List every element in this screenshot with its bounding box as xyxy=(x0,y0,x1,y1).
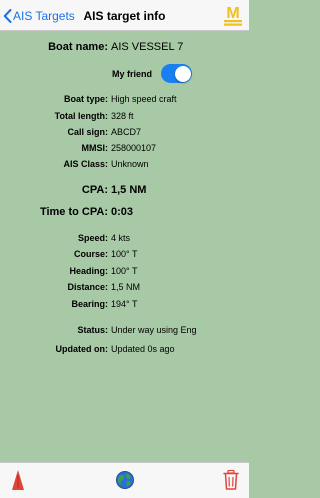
detail-row: AIS Class: Unknown xyxy=(0,159,249,173)
motion-row: Distance: 1,5 NM xyxy=(0,282,249,296)
trash-icon[interactable] xyxy=(222,469,240,491)
updated-value: Updated 0s ago xyxy=(111,344,175,354)
detail-row: Boat type: High speed craft xyxy=(0,94,249,108)
boat-name-row: Boat name: AIS VESSEL 7 xyxy=(0,41,249,57)
page-title: AIS target info xyxy=(83,9,166,23)
motion-row: Bearing: 194° T xyxy=(0,299,249,313)
navigation-bar: AIS Targets AIS target info M xyxy=(0,0,249,31)
logo-letter: M xyxy=(226,5,239,22)
boat-type-label: Boat type: xyxy=(63,94,108,104)
bottom-toolbar xyxy=(0,462,249,498)
toggle-knob xyxy=(174,65,191,82)
time-to-cpa-label: Time to CPA: xyxy=(39,206,108,218)
course-label: Course: xyxy=(73,249,108,259)
course-value: 100° T xyxy=(111,249,138,259)
my-friend-label: My friend xyxy=(111,69,152,79)
cpa-label: CPA: xyxy=(81,184,108,196)
time-to-cpa-value: 0:03 xyxy=(111,206,134,218)
motion-row: Course: 100° T xyxy=(0,249,249,263)
bearing-value: 194° T xyxy=(111,299,138,309)
ais-class-value: Unknown xyxy=(111,159,149,169)
boat-name-value: AIS VESSEL 7 xyxy=(111,41,184,53)
total-length-label: Total length: xyxy=(54,111,108,121)
total-length-value: 328 ft xyxy=(111,111,134,121)
boat-type-value: High speed craft xyxy=(111,94,177,104)
time-to-cpa-row: Time to CPA: 0:03 xyxy=(0,206,249,222)
ais-class-label: AIS Class: xyxy=(63,159,108,169)
status-row: Status: Under way using Eng xyxy=(0,325,249,339)
status-label: Status: xyxy=(77,325,108,335)
speed-label: Speed: xyxy=(77,233,108,243)
heading-label: Heading: xyxy=(69,266,108,276)
target-details: Boat name: AIS VESSEL 7 My friend Boat t… xyxy=(0,31,249,462)
globe-icon[interactable] xyxy=(115,469,135,491)
boat-marker-icon[interactable] xyxy=(9,469,27,491)
detail-row: Total length: 328 ft xyxy=(0,111,249,125)
distance-label: Distance: xyxy=(67,282,108,292)
motion-row: Speed: 4 kts xyxy=(0,233,249,247)
updated-label: Updated on: xyxy=(55,344,109,354)
status-value: Under way using Eng xyxy=(111,325,197,335)
call-sign-value: ABCD7 xyxy=(111,127,142,137)
boat-name-label: Boat name: xyxy=(48,41,108,53)
speed-value: 4 kts xyxy=(111,233,131,243)
my-friend-toggle[interactable] xyxy=(161,64,192,83)
detail-row: MMSI: 258000107 xyxy=(0,143,249,157)
app-logo-icon[interactable]: M xyxy=(223,3,243,27)
cpa-row: CPA: 1,5 NM xyxy=(0,184,249,200)
heading-value: 100° T xyxy=(111,266,138,276)
detail-row: Call sign: ABCD7 xyxy=(0,127,249,141)
bearing-label: Bearing: xyxy=(71,299,108,309)
distance-value: 1,5 NM xyxy=(111,282,141,292)
call-sign-label: Call sign: xyxy=(67,127,108,137)
updated-row: Updated on: Updated 0s ago xyxy=(0,344,249,358)
motion-row: Heading: 100° T xyxy=(0,266,249,280)
mmsi-value: 258000107 xyxy=(111,143,157,153)
cpa-value: 1,5 NM xyxy=(111,184,147,196)
mmsi-label: MMSI: xyxy=(81,143,109,153)
